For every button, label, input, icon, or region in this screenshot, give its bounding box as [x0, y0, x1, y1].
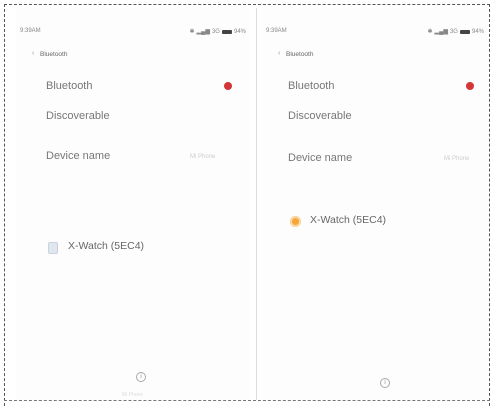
discoverable-row[interactable]: Discoverable: [262, 106, 488, 128]
signal-icon: ▂▄▆: [196, 29, 210, 35]
status-battery: 94%: [233, 28, 246, 35]
page-title: Bluetooth: [40, 51, 68, 58]
device-name-value: Mi Phone: [444, 156, 470, 162]
paired-device-item[interactable]: X-Watch (5EC4): [16, 236, 250, 258]
bluetooth-toggle[interactable]: [466, 82, 474, 90]
info-icon[interactable]: i: [380, 378, 390, 388]
page-title: Bluetooth: [286, 51, 314, 58]
device-name: X-Watch (5EC4): [310, 214, 387, 226]
status-time: 9:39AM: [266, 28, 287, 34]
device-name-label: Device name: [288, 152, 353, 164]
status-time: 9:39AM: [20, 28, 41, 34]
discoverable-row[interactable]: Discoverable: [16, 106, 250, 128]
status-bar: 9:39AM ✱ ▂▄▆ 3G 94%: [262, 28, 488, 38]
discoverable-label: Discoverable: [46, 110, 110, 122]
bluetooth-icon: ✱: [427, 29, 433, 35]
info-icon[interactable]: i: [136, 372, 146, 382]
battery-icon: [221, 29, 232, 34]
status-bar: 9:39AM ✱ ▂▄▆ 3G 94%: [16, 28, 250, 38]
watch-icon: [48, 242, 58, 254]
paired-device-item[interactable]: X-Watch (5EC4): [262, 210, 488, 232]
bottom-dashed-line: [4, 400, 490, 401]
bluetooth-toggle-row[interactable]: Bluetooth: [262, 76, 488, 98]
status-icons: ✱ ▂▄▆ 3G 94%: [427, 28, 484, 36]
chevron-left-icon[interactable]: ‹: [278, 50, 280, 57]
bluetooth-label: Bluetooth: [46, 80, 93, 92]
status-icons: ✱ ▂▄▆ 3G 94%: [189, 28, 246, 36]
discoverable-label: Discoverable: [288, 110, 352, 122]
bluetooth-toggle-row[interactable]: Bluetooth: [16, 76, 250, 98]
title-bar: ‹ Bluetooth: [16, 48, 250, 62]
chevron-left-icon[interactable]: ‹: [32, 50, 34, 57]
phone-screen-right: 9:39AM ✱ ▂▄▆ 3G 94% ‹ Bluetooth Bluetoot…: [262, 8, 488, 400]
status-network: 3G: [449, 28, 458, 35]
device-name-label: Device name: [46, 150, 111, 162]
device-name: X-Watch (5EC4): [68, 240, 145, 252]
footer-caption: Mi Phone: [122, 392, 144, 398]
status-battery: 94%: [471, 28, 484, 35]
bluetooth-toggle[interactable]: [224, 82, 232, 90]
status-network: 3G: [211, 28, 220, 35]
bluetooth-icon: ✱: [189, 29, 195, 35]
bluetooth-label: Bluetooth: [288, 80, 335, 92]
phone-screen-left: 9:39AM ✱ ▂▄▆ 3G 94% ‹ Bluetooth Bluetoot…: [16, 8, 250, 400]
connecting-spinner-icon: [290, 216, 301, 227]
device-name-value: Mi Phone: [190, 154, 216, 160]
device-name-row[interactable]: Device name Mi Phone: [262, 148, 488, 170]
screen-divider: [256, 8, 257, 400]
device-name-row[interactable]: Device name Mi Phone: [16, 146, 250, 168]
signal-icon: ▂▄▆: [434, 29, 448, 35]
battery-icon: [459, 29, 470, 34]
title-bar: ‹ Bluetooth: [262, 48, 488, 62]
